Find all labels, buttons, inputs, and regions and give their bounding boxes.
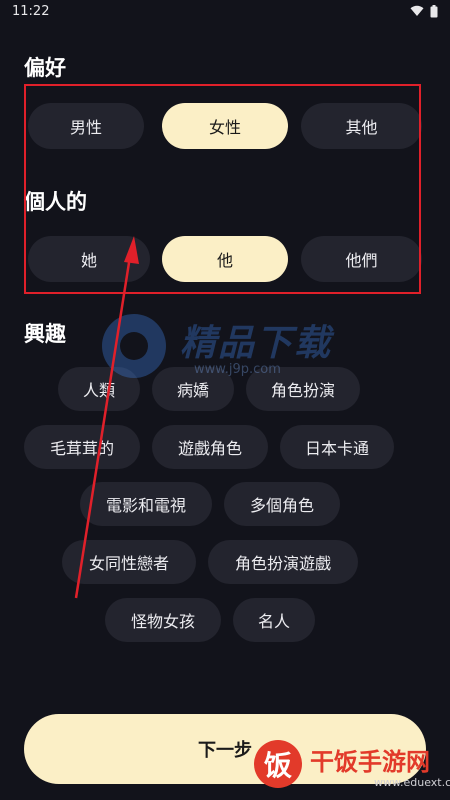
preference-title: 偏好 [24, 56, 66, 80]
preference-option-other[interactable]: 其他 [301, 103, 422, 149]
interest-tag[interactable]: 人類 [58, 367, 140, 411]
interest-tag[interactable]: 角色扮演遊戲 [208, 540, 358, 584]
pronoun-option-she[interactable]: 她 [28, 236, 150, 282]
interest-tag[interactable]: 多個角色 [224, 482, 340, 526]
status-icons [410, 4, 438, 18]
interest-tag[interactable]: 日本卡通 [280, 425, 394, 469]
pronoun-title: 個人的 [24, 190, 87, 214]
battery-icon [430, 4, 438, 17]
status-bar: 11:22 [0, 0, 450, 22]
next-button[interactable]: 下一步 [24, 714, 426, 784]
interest-tag[interactable]: 怪物女孩 [105, 598, 221, 642]
interest-tag[interactable]: 遊戲角色 [152, 425, 268, 469]
interest-tag[interactable]: 電影和電視 [80, 482, 212, 526]
wifi-icon [410, 5, 424, 16]
preference-option-male[interactable]: 男性 [28, 103, 144, 149]
interest-tag[interactable]: 毛茸茸的 [24, 425, 140, 469]
pronoun-option-they[interactable]: 他們 [301, 236, 422, 282]
interest-tag[interactable]: 名人 [233, 598, 315, 642]
interests-title: 興趣 [24, 322, 66, 346]
interest-tag[interactable]: 女同性戀者 [62, 540, 196, 584]
status-time: 11:22 [12, 3, 50, 19]
pronoun-option-he[interactable]: 他 [162, 236, 288, 282]
interest-tag[interactable]: 角色扮演 [246, 367, 360, 411]
watermark-title: 精品下载 [180, 323, 333, 364]
interest-tag[interactable]: 病嬌 [152, 367, 234, 411]
preference-option-female[interactable]: 女性 [162, 103, 288, 149]
